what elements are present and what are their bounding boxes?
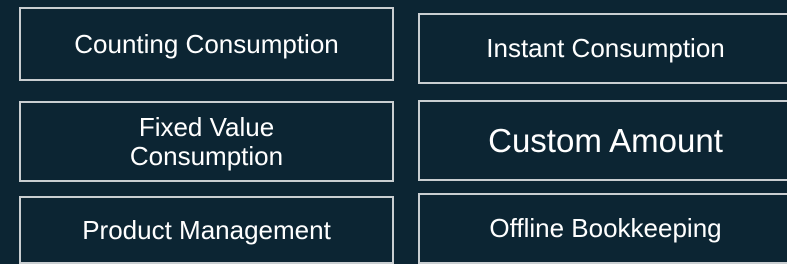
instant-consumption-button[interactable]: Instant Consumption	[418, 13, 787, 84]
custom-amount-label: Custom Amount	[488, 121, 723, 159]
product-management-label: Product Management	[82, 214, 331, 245]
custom-amount-button[interactable]: Custom Amount	[418, 100, 787, 181]
offline-bookkeeping-label: Offline Bookkeeping	[489, 213, 722, 244]
fixed-value-consumption-label: Fixed Value Consumption	[129, 112, 284, 171]
fixed-value-consumption-button[interactable]: Fixed Value Consumption	[19, 101, 394, 182]
instant-consumption-label: Instant Consumption	[486, 33, 725, 64]
offline-bookkeeping-button[interactable]: Offline Bookkeeping	[418, 193, 787, 264]
counting-consumption-label: Counting Consumption	[74, 28, 339, 59]
product-management-button[interactable]: Product Management	[19, 196, 394, 264]
counting-consumption-button[interactable]: Counting Consumption	[19, 7, 394, 81]
